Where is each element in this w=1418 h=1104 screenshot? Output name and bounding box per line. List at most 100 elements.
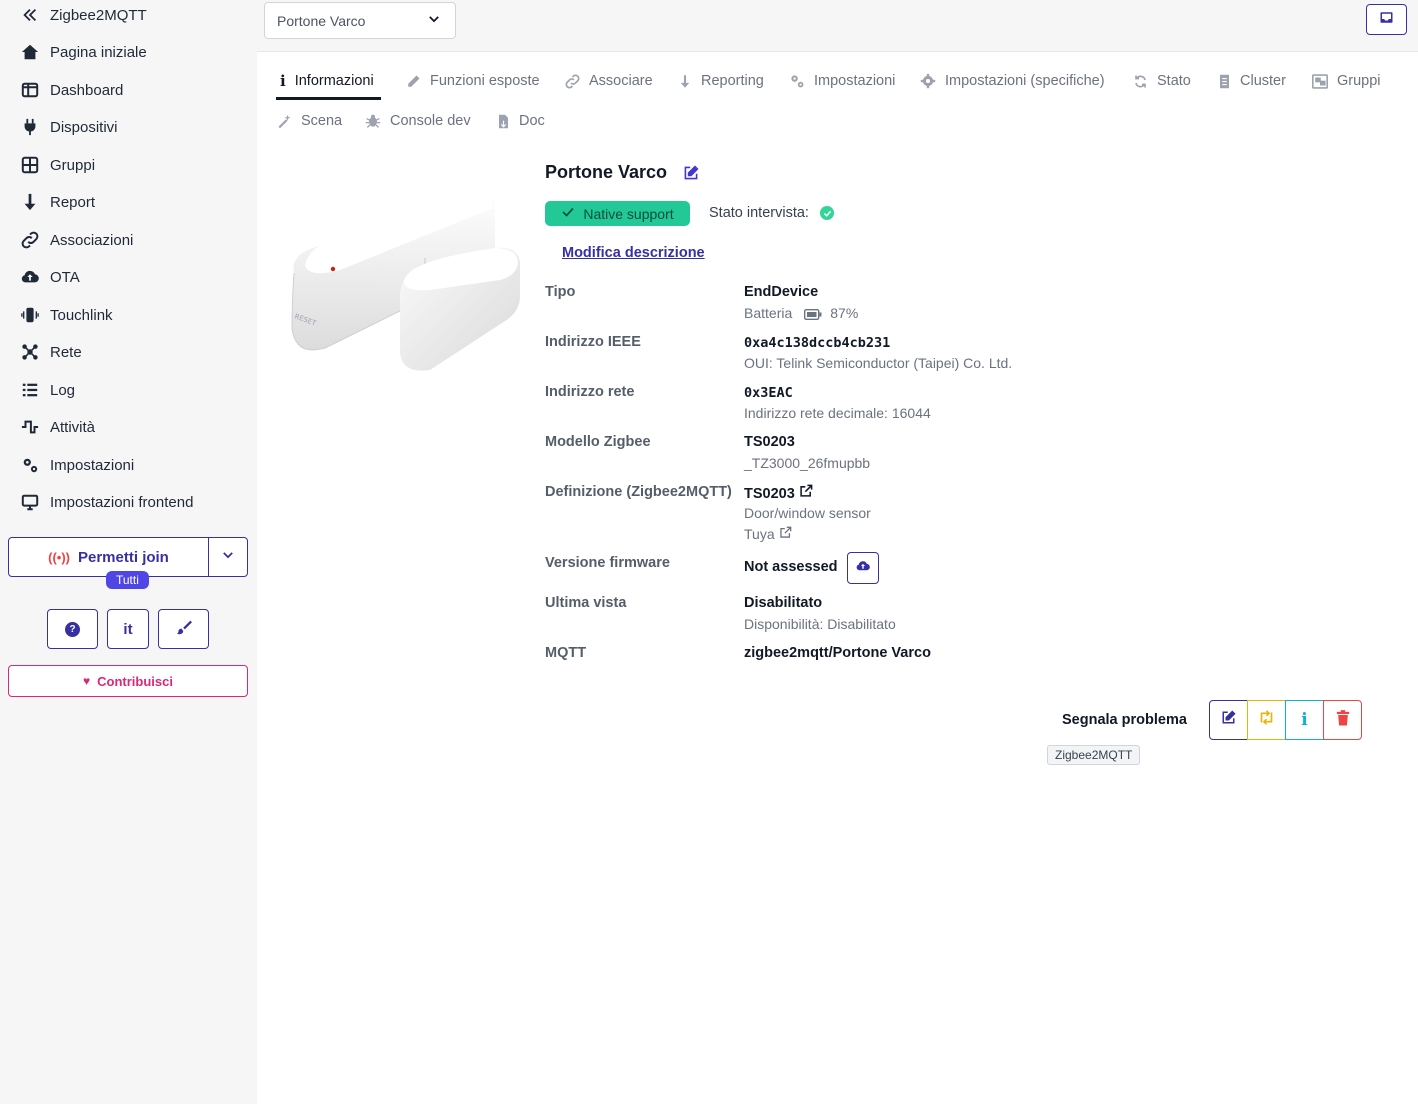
tab-info[interactable]: i Informazioni — [280, 69, 374, 93]
device-image: RESET — [280, 178, 525, 378]
last-seen-value: Disabilitato — [744, 595, 823, 611]
sidebar-item-label: Pagina iniziale — [50, 43, 147, 61]
sidebar-item-label: Report — [50, 193, 96, 211]
grid-icon — [20, 155, 40, 175]
refresh-icon — [1133, 74, 1148, 89]
network-address-decimal: Indirizzo rete decimale: 16044 — [744, 405, 931, 421]
tab-exposes[interactable]: Funzioni esposte — [406, 69, 540, 93]
ieee-label: Indirizzo IEEE — [545, 334, 641, 350]
tab-state[interactable]: Stato — [1133, 69, 1191, 93]
sidebar: Zigbee2MQTT Pagina iniziale Dashboard Di… — [0, 0, 257, 1104]
permit-join-target-badge: Tutti — [106, 571, 149, 589]
activity-icon — [20, 417, 40, 437]
plug-icon — [20, 117, 40, 137]
sidebar-item-devices[interactable]: Dispositivi — [20, 113, 118, 141]
tab-bind[interactable]: Associare — [565, 69, 653, 93]
tab-label: Scena — [301, 113, 343, 129]
cloud-upload-icon — [856, 559, 870, 578]
device-actions: i — [1209, 700, 1362, 740]
dashboard-icon — [20, 80, 40, 100]
sidebar-item-label: Log — [50, 381, 76, 399]
language-button[interactable]: it — [107, 609, 149, 649]
sidebar-item-label: Rete — [50, 343, 82, 361]
tab-clusters[interactable]: Cluster — [1218, 69, 1286, 93]
check-firmware-button[interactable] — [847, 552, 879, 584]
brush-icon — [176, 619, 192, 639]
sidebar-item-dashboard[interactable]: Dashboard — [20, 76, 123, 104]
inbox-button[interactable] — [1366, 4, 1407, 35]
permit-join-dropdown-button[interactable] — [209, 538, 247, 576]
zigbee-model-label: Modello Zigbee — [545, 434, 651, 450]
chevron-down-icon — [427, 12, 441, 29]
sidebar-item-home[interactable]: Pagina iniziale — [20, 38, 147, 66]
zigbee-manufacturer: _TZ3000_26fmupbb — [744, 455, 871, 471]
sidebar-item-label: Gruppi — [50, 156, 96, 174]
definition-label: Definizione (Zigbee2MQTT) — [545, 484, 732, 500]
sidebar-item-log[interactable]: Log — [20, 376, 75, 404]
double-chevron-left-icon — [20, 5, 40, 25]
tab-doc[interactable]: Doc — [497, 109, 545, 133]
monitor-icon — [20, 492, 40, 512]
interview-button[interactable]: i — [1285, 700, 1324, 740]
device-select[interactable]: Portone Varco — [264, 2, 456, 39]
tab-label: Cluster — [1240, 73, 1286, 89]
heart-icon: ♥ — [83, 674, 91, 688]
tab-label: Stato — [1157, 73, 1191, 89]
vendor-name: Tuya — [744, 526, 775, 542]
pencil-icon — [406, 74, 421, 89]
modify-description-link[interactable]: Modifica descrizione — [562, 245, 705, 261]
remove-button[interactable] — [1323, 700, 1362, 740]
sidebar-collapse-brand[interactable]: Zigbee2MQTT — [20, 1, 147, 29]
tab-label: Console dev — [390, 113, 471, 129]
vendor-link[interactable]: Tuya — [744, 526, 792, 542]
document-icon — [1218, 74, 1231, 89]
brand-label: Zigbee2MQTT — [50, 6, 147, 24]
mqtt-topic: zigbee2mqtt/Portone Varco — [744, 645, 931, 661]
language-label: it — [123, 620, 133, 638]
external-link-icon — [779, 526, 792, 542]
contribute-label: Contribuisci — [97, 673, 173, 689]
sidebar-item-ota[interactable]: OTA — [20, 263, 80, 291]
trash-icon — [1336, 709, 1350, 731]
edit-name-icon[interactable] — [683, 165, 699, 186]
rename-button[interactable] — [1209, 700, 1248, 740]
antenna-icon: ((•)) — [48, 549, 70, 565]
bug-icon — [365, 113, 381, 129]
tab-settings[interactable]: Impostazioni — [789, 69, 895, 93]
firmware-label: Versione firmware — [545, 555, 670, 571]
tab-dev-console[interactable]: Console dev — [365, 109, 471, 133]
arrow-down-icon — [678, 74, 692, 89]
help-button[interactable]: ? — [47, 609, 98, 649]
gears-icon — [789, 73, 805, 89]
tab-groups[interactable]: Gruppi — [1312, 69, 1381, 93]
group-icon — [1312, 73, 1328, 89]
theme-button[interactable] — [158, 609, 209, 649]
check-circle-icon — [820, 206, 834, 220]
ieee-oui: OUI: Telink Semiconductor (Taipei) Co. L… — [744, 355, 1013, 371]
reconfigure-button[interactable] — [1247, 700, 1286, 740]
tab-reporting[interactable]: Reporting — [678, 69, 764, 93]
sidebar-item-touchlink[interactable]: Touchlink — [20, 301, 113, 329]
sidebar-item-groups[interactable]: Gruppi — [20, 151, 95, 179]
sidebar-item-activity[interactable]: Attività — [20, 413, 95, 441]
battery-icon — [804, 308, 822, 320]
sidebar-item-bindings[interactable]: Associazioni — [20, 226, 133, 254]
sidebar-item-frontend-settings[interactable]: Impostazioni frontend — [20, 488, 193, 516]
sidebar-item-network[interactable]: Rete — [20, 338, 82, 366]
sidebar-item-report[interactable]: Report — [20, 188, 95, 216]
device-name: Portone Varco — [545, 162, 668, 182]
sidebar-item-settings[interactable]: Impostazioni — [20, 451, 134, 479]
definition-link[interactable]: TS0203 — [744, 484, 813, 502]
device-select-value: Portone Varco — [277, 12, 366, 29]
tab-label: Gruppi — [1337, 73, 1381, 89]
tab-settings-specific[interactable]: Impostazioni (specifiche) — [920, 69, 1105, 93]
sidebar-item-label: Impostazioni — [50, 456, 135, 474]
contribute-button[interactable]: ♥ Contribuisci — [8, 665, 248, 697]
file-icon — [497, 114, 510, 129]
permit-join-button[interactable]: ((•)) Permetti join — [9, 538, 209, 576]
sidebar-item-label: Dashboard — [50, 81, 124, 99]
sidebar-item-label: Dispositivi — [50, 118, 118, 136]
arrow-down-icon — [20, 192, 40, 212]
tab-scene[interactable]: Scena — [277, 109, 342, 133]
chevron-down-icon — [221, 548, 235, 567]
